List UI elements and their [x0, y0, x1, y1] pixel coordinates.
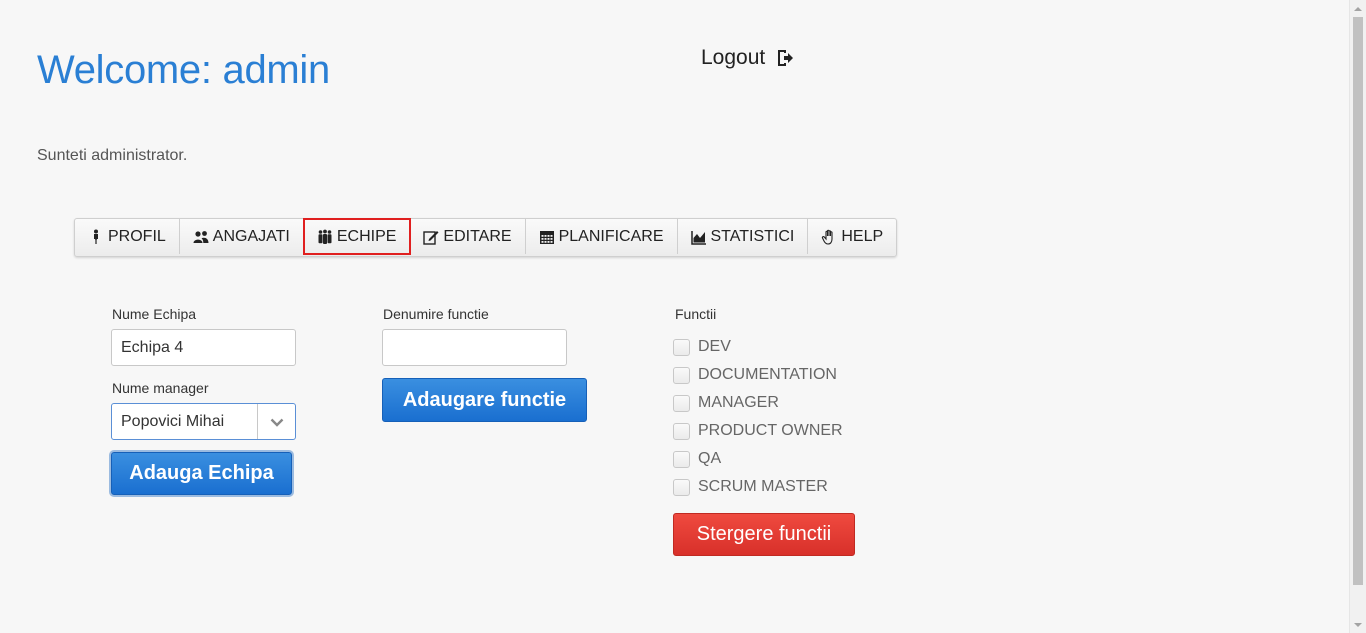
- tab-label: ECHIPE: [336, 227, 397, 245]
- logout-icon: [775, 48, 795, 68]
- logout-label: Logout: [701, 46, 766, 69]
- tab-label: EDITARE: [443, 227, 512, 245]
- edit-icon: [423, 229, 439, 245]
- tab-statistici[interactable]: STATISTICI: [678, 219, 809, 254]
- function-checkbox-scrum-master[interactable]: SCRUM MASTER: [673, 473, 843, 501]
- function-checkbox-qa[interactable]: QA: [673, 445, 843, 473]
- functions-label: Functii: [675, 306, 717, 322]
- function-name-label: Denumire functie: [383, 306, 489, 322]
- main-nav-tabs: PROFIL ANGAJATI ECHIPE EDITARE PLANIFICA…: [74, 218, 898, 257]
- manager-label: Nume manager: [112, 380, 209, 396]
- tab-label: PLANIFICARE: [558, 227, 664, 245]
- checkbox[interactable]: [673, 366, 690, 384]
- tab-help[interactable]: HELP: [808, 219, 896, 254]
- checkbox-label: PRODUCT OWNER: [698, 422, 843, 439]
- delete-functions-button[interactable]: Stergere functii: [673, 513, 855, 556]
- tab-label: HELP: [841, 227, 884, 245]
- functions-checklist: DEV DOCUMENTATION MANAGER PRODUCT OWNER …: [673, 333, 843, 501]
- area-chart-icon: [690, 229, 707, 245]
- add-team-button[interactable]: Adauga Echipa: [111, 452, 292, 495]
- users-icon: [193, 229, 209, 245]
- tab-angajati[interactable]: ANGAJATI: [180, 219, 304, 254]
- checkbox-label: QA: [698, 450, 722, 467]
- page: Welcome: admin Logout Sunteti administra…: [0, 0, 1366, 633]
- function-checkbox-documentation[interactable]: DOCUMENTATION: [673, 361, 843, 389]
- tab-profil[interactable]: PROFIL: [75, 219, 180, 254]
- team-name-input[interactable]: [111, 329, 296, 366]
- welcome-title: Welcome: admin: [37, 48, 330, 92]
- manager-select[interactable]: Popovici Mihai: [111, 403, 296, 440]
- tab-label: ANGAJATI: [212, 227, 290, 245]
- team-icon: [317, 229, 333, 245]
- checkbox[interactable]: [673, 450, 690, 468]
- function-checkbox-manager[interactable]: MANAGER: [673, 389, 843, 417]
- function-checkbox-dev[interactable]: DEV: [673, 333, 843, 361]
- calendar-icon: [539, 229, 555, 245]
- checkbox-label: SCRUM MASTER: [698, 478, 828, 495]
- vertical-scrollbar[interactable]: [1349, 0, 1366, 633]
- checkbox-label: MANAGER: [698, 394, 779, 411]
- checkbox-label: DOCUMENTATION: [698, 366, 837, 383]
- add-function-button[interactable]: Adaugare functie: [382, 378, 587, 422]
- hand-icon: [821, 229, 837, 245]
- tab-label: PROFIL: [108, 227, 166, 245]
- checkbox[interactable]: [673, 478, 690, 496]
- tab-echipe[interactable]: ECHIPE: [302, 218, 412, 255]
- logout-link[interactable]: Logout: [701, 46, 795, 70]
- function-checkbox-product-owner[interactable]: PRODUCT OWNER: [673, 417, 843, 445]
- scrollbar-thumb[interactable]: [1353, 17, 1363, 585]
- checkbox-label: DEV: [698, 338, 731, 355]
- checkbox[interactable]: [673, 338, 690, 356]
- chevron-down-icon[interactable]: [257, 404, 295, 439]
- checkbox[interactable]: [673, 394, 690, 412]
- scroll-down-icon[interactable]: [1350, 616, 1366, 633]
- scroll-up-icon[interactable]: [1350, 0, 1366, 17]
- checkbox[interactable]: [673, 422, 690, 440]
- tab-planificare[interactable]: PLANIFICARE: [526, 219, 678, 254]
- role-text: Sunteti administrator.: [37, 147, 188, 164]
- tab-editare[interactable]: EDITARE: [410, 219, 526, 254]
- manager-select-value: Popovici Mihai: [121, 412, 225, 430]
- function-name-input[interactable]: [382, 329, 567, 366]
- tab-label: STATISTICI: [710, 227, 795, 245]
- team-name-label: Nume Echipa: [112, 306, 197, 322]
- person-icon: [88, 229, 104, 245]
